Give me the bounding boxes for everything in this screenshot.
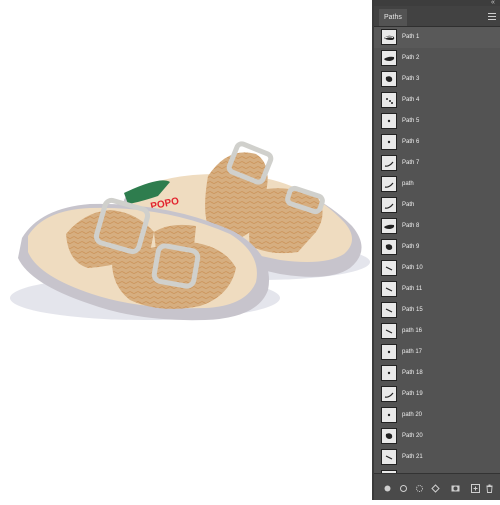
path-label: Path 2 (402, 55, 420, 61)
path-thumb-sandal-2-icon (381, 218, 397, 234)
path-list-item[interactable]: path 17 (374, 342, 500, 363)
path-label: Path 19 (402, 391, 423, 397)
path-label: Path 9 (402, 244, 420, 250)
load-selection-button[interactable] (414, 481, 425, 492)
path-list: Path 1 Path 2 Path 3 Path 4 Path 5 Path 6 Path… (374, 27, 500, 474)
new-path-icon (470, 481, 481, 498)
path-thumb-dot-icon (381, 407, 397, 423)
panel-tab-row: Paths (374, 6, 500, 27)
diamond-icon (430, 481, 441, 498)
path-label: Path 4 (402, 97, 420, 103)
path-list-item[interactable]: Path 4 (374, 90, 500, 111)
path-label: Path 8 (402, 223, 420, 229)
path-thumb-stroke-icon (381, 260, 397, 276)
path-label: Path 7 (402, 160, 420, 166)
path-label: Path (402, 202, 415, 208)
new-path-button[interactable] (470, 481, 481, 493)
delete-path-button[interactable] (484, 481, 495, 493)
trash-icon (484, 481, 495, 498)
path-label: path (402, 181, 414, 187)
path-thumb-stroke-icon (381, 302, 397, 318)
path-label: Path 15 (402, 307, 423, 313)
path-list-item[interactable]: Path 10 (374, 258, 500, 279)
path-list-item[interactable]: Path 21 (374, 447, 500, 468)
path-list-item[interactable]: Path 19 (374, 384, 500, 405)
path-thumb-curve-icon (381, 197, 397, 213)
path-list-item[interactable]: Path 8 (374, 216, 500, 237)
panel-footer (374, 473, 500, 500)
make-work-path-button[interactable] (430, 481, 441, 493)
path-label: path 20 (402, 412, 423, 418)
path-list-item[interactable]: path (374, 174, 500, 195)
path-thumb-curve-icon (381, 386, 397, 402)
path-list-item[interactable]: Path (374, 195, 500, 216)
path-label: Path 10 (402, 265, 423, 271)
panel-menu-icon[interactable] (487, 11, 497, 21)
path-thumb-stroke-icon (381, 281, 397, 297)
path-list-item[interactable]: Path 3 (374, 69, 500, 90)
outline-circle-icon (398, 481, 409, 498)
path-list-item[interactable]: path 20 (374, 405, 500, 426)
path-list-item[interactable]: Path 7 (374, 153, 500, 174)
path-list-item[interactable]: Path 15 (374, 300, 500, 321)
path-thumb-sandal-1-icon (381, 29, 397, 45)
path-thumb-dot-icon (381, 365, 397, 381)
path-label: Path 1 (402, 34, 420, 40)
path-thumb-blob-icon (381, 428, 397, 444)
path-thumb-curve-icon (381, 155, 397, 171)
document-canvas[interactable]: POPO (0, 0, 372, 500)
path-thumb-blob-icon (381, 71, 397, 87)
path-label: path 17 (402, 349, 423, 355)
path-label: Path 5 (402, 118, 420, 124)
path-thumb-dot-icon (381, 134, 397, 150)
path-list-item[interactable]: Path 9 (374, 237, 500, 258)
path-label: Path 18 (402, 370, 423, 376)
path-list-item[interactable]: Path 18 (374, 363, 500, 384)
path-list-item[interactable]: Path 1 (374, 27, 500, 48)
path-thumb-stroke-icon (381, 449, 397, 465)
path-thumb-sandal-2-icon (381, 50, 397, 66)
path-label: Path 20 (402, 433, 423, 439)
path-label: Path 6 (402, 139, 420, 145)
path-list-item[interactable]: Path 5 (374, 111, 500, 132)
fill-path-button[interactable] (382, 481, 393, 492)
path-list-item[interactable]: Path 6 (374, 132, 500, 153)
path-label: Path 3 (402, 76, 420, 82)
path-thumb-dots-icon (381, 92, 397, 108)
path-thumb-dot-icon (381, 113, 397, 129)
sandal-illustration: POPO (10, 141, 370, 321)
path-list-item[interactable]: path 16 (374, 321, 500, 342)
dotted-circle-icon (414, 481, 425, 498)
path-thumb-dot-icon (381, 344, 397, 360)
path-label: Path 11 (402, 286, 423, 292)
path-label: Path 21 (402, 454, 423, 460)
path-thumb-blob-icon (381, 239, 397, 255)
paths-panel: « Paths Path 1 Path 2 Path 3 Path 4 Path 5 Pa… (372, 0, 500, 500)
mask-icon (450, 481, 461, 498)
filled-circle-icon (382, 481, 393, 498)
path-thumb-curve-icon (381, 176, 397, 192)
tab-paths[interactable]: Paths (379, 9, 407, 26)
path-list-item[interactable]: Path 11 (374, 279, 500, 300)
path-list-item[interactable]: Path 20 (374, 426, 500, 447)
path-thumb-stroke-icon (381, 323, 397, 339)
path-list-item[interactable]: Path 2 (374, 48, 500, 69)
path-label: path 16 (402, 328, 423, 334)
add-mask-button[interactable] (450, 481, 461, 492)
stroke-path-button[interactable] (398, 481, 409, 492)
